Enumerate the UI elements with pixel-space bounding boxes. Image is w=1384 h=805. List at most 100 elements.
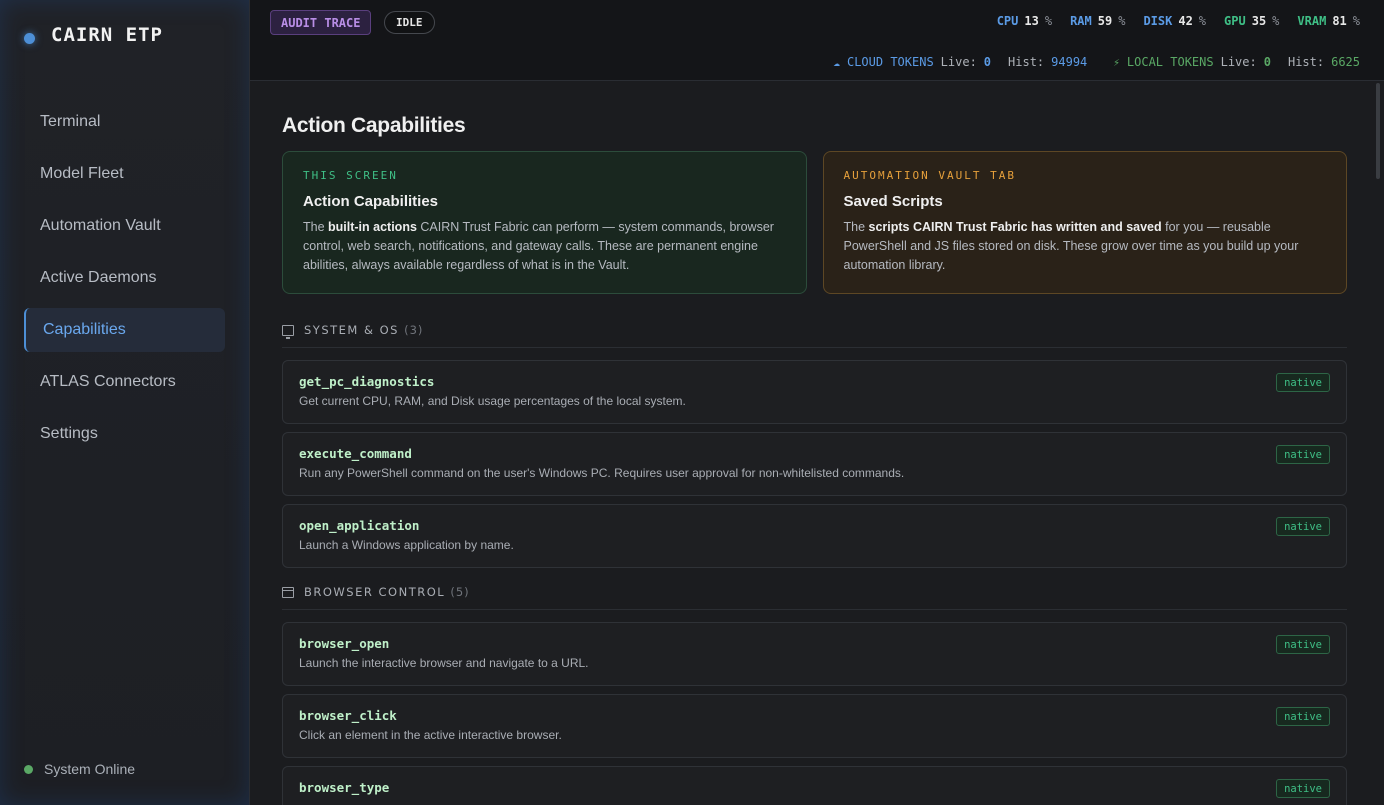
topbar: AUDIT TRACE IDLE CPU 13 % RAM 59 % DISK … bbox=[250, 0, 1384, 81]
native-badge: native bbox=[1276, 517, 1330, 536]
capability-name: browser_open bbox=[299, 636, 390, 651]
sidebar-item-model-fleet[interactable]: Model Fleet bbox=[24, 152, 225, 196]
capability-card[interactable]: browser_type native bbox=[282, 766, 1347, 805]
capability-name: browser_click bbox=[299, 708, 397, 723]
card-body-pre: The bbox=[303, 220, 329, 234]
cloud-tokens: ☁ CLOUD TOKENS Live: 0 Hist: 94994 bbox=[833, 55, 1087, 69]
section-count: (3) bbox=[404, 323, 424, 337]
native-badge: native bbox=[1276, 779, 1330, 798]
bolt-icon: ⚡ bbox=[1113, 56, 1120, 69]
local-hist-value: 6625 bbox=[1331, 55, 1360, 69]
metric-unit: % bbox=[1352, 14, 1360, 28]
page-title: Action Capabilities bbox=[282, 114, 466, 137]
capability-card[interactable]: get_pc_diagnostics Get current CPU, RAM,… bbox=[282, 360, 1347, 424]
metric-unit: % bbox=[1272, 14, 1280, 28]
section-title-text: BROWSER CONTROL bbox=[304, 585, 446, 599]
metric-value: 81 bbox=[1332, 14, 1347, 28]
capability-description: Click an element in the active interacti… bbox=[299, 728, 562, 742]
local-hist-label: Hist: bbox=[1287, 55, 1325, 69]
metric-label: CPU bbox=[996, 14, 1019, 28]
local-live-label: Live: bbox=[1220, 55, 1257, 69]
capability-name: execute_command bbox=[299, 446, 412, 461]
local-live-value: 0 bbox=[1263, 55, 1271, 69]
metric-label: VRAM bbox=[1297, 14, 1327, 28]
capability-name: browser_type bbox=[299, 780, 390, 795]
section-title: SYSTEM & OS (3) bbox=[304, 323, 423, 337]
metric-value: 35 bbox=[1251, 14, 1267, 28]
sidebar-item-capabilities[interactable]: Capabilities bbox=[24, 308, 225, 352]
section-header-system: SYSTEM & OS (3) bbox=[282, 323, 1347, 348]
native-badge: native bbox=[1276, 707, 1330, 726]
metric-unit: % bbox=[1044, 14, 1053, 28]
native-badge: native bbox=[1276, 445, 1330, 464]
cloud-hist-value: 94994 bbox=[1051, 55, 1088, 69]
metric-disk: DISK 42 % bbox=[1143, 14, 1206, 28]
card-kicker: AUTOMATION VAULT TAB bbox=[843, 169, 1016, 182]
main-content: Action Capabilities THIS SCREEN Action C… bbox=[250, 81, 1384, 805]
status-dot bbox=[24, 764, 33, 774]
metric-unit: % bbox=[1198, 14, 1207, 28]
cloud-live-label: Live: bbox=[940, 55, 977, 69]
card-body: The scripts CAIRN Trust Fabric has writt… bbox=[844, 218, 1327, 275]
metric-unit: % bbox=[1118, 14, 1126, 28]
capability-card[interactable]: browser_open Launch the interactive brow… bbox=[282, 622, 1347, 686]
metric-ram: RAM 59 % bbox=[1070, 14, 1125, 28]
section-title-text: SYSTEM & OS bbox=[304, 323, 399, 337]
capability-list-browser: browser_open Launch the interactive brow… bbox=[282, 622, 1347, 805]
sidebar-item-settings[interactable]: Settings bbox=[24, 412, 225, 456]
audit-trace-button[interactable]: AUDIT TRACE bbox=[270, 10, 372, 35]
section-count: (5) bbox=[450, 585, 470, 599]
cloud-icon: ☁ bbox=[833, 56, 840, 69]
capability-card[interactable]: open_application Launch a Windows applic… bbox=[282, 504, 1347, 568]
scrollbar[interactable] bbox=[1376, 83, 1380, 179]
local-tokens-label: LOCAL TOKENS bbox=[1126, 55, 1214, 69]
cloud-hist-label: Hist: bbox=[1008, 55, 1045, 69]
sidebar-item-terminal[interactable]: Terminal bbox=[24, 100, 225, 144]
capability-card[interactable]: execute_command Run any PowerShell comma… bbox=[282, 432, 1347, 496]
metric-vram: VRAM 81 % bbox=[1297, 14, 1360, 28]
capability-name: get_pc_diagnostics bbox=[299, 374, 435, 389]
metric-value: 13 bbox=[1024, 14, 1039, 28]
card-title: Saved Scripts bbox=[843, 193, 943, 210]
system-status-label: System Online bbox=[44, 761, 136, 777]
brand-status-dot bbox=[24, 32, 35, 44]
card-body-bold: scripts CAIRN Trust Fabric has written a… bbox=[868, 220, 1162, 234]
card-title: Action Capabilities bbox=[303, 193, 439, 210]
idle-status-badge: IDLE bbox=[384, 11, 435, 34]
system-status: System Online bbox=[24, 761, 135, 777]
capability-name: open_application bbox=[299, 518, 420, 533]
sidebar-nav: Terminal Model Fleet Automation Vault Ac… bbox=[24, 100, 225, 464]
sidebar-item-active-daemons[interactable]: Active Daemons bbox=[24, 256, 225, 300]
capability-description: Launch the interactive browser and navig… bbox=[299, 656, 589, 670]
metric-cpu: CPU 13 % bbox=[997, 14, 1052, 28]
capability-list-system: get_pc_diagnostics Get current CPU, RAM,… bbox=[282, 360, 1347, 568]
this-screen-card: THIS SCREEN Action Capabilities The buil… bbox=[282, 151, 807, 294]
sidebar-item-atlas-connectors[interactable]: ATLAS Connectors bbox=[24, 360, 225, 404]
card-body-bold: built-in actions bbox=[328, 220, 417, 234]
sidebar: CAIRN ETP Terminal Model Fleet Automatio… bbox=[0, 0, 250, 805]
native-badge: native bbox=[1276, 635, 1330, 654]
capability-description: Get current CPU, RAM, and Disk usage per… bbox=[299, 394, 686, 408]
metric-value: 42 bbox=[1178, 14, 1193, 28]
brand: CAIRN ETP bbox=[24, 24, 163, 46]
card-kicker: THIS SCREEN bbox=[303, 169, 398, 182]
automation-vault-card: AUTOMATION VAULT TAB Saved Scripts The s… bbox=[822, 151, 1347, 294]
local-tokens: ⚡ LOCAL TOKENS Live: 0 Hist: 6625 bbox=[1113, 55, 1360, 69]
system-metrics: CPU 13 % RAM 59 % DISK 42 % GPU 35 % VRA… bbox=[997, 14, 1360, 28]
section-title: BROWSER CONTROL (5) bbox=[304, 585, 470, 599]
sidebar-item-automation-vault[interactable]: Automation Vault bbox=[24, 204, 225, 248]
cloud-live-value: 0 bbox=[983, 55, 992, 69]
metric-label: RAM bbox=[1070, 14, 1092, 28]
cloud-tokens-label: CLOUD TOKENS bbox=[846, 55, 934, 69]
browser-icon bbox=[282, 586, 294, 598]
metric-label: DISK bbox=[1143, 14, 1173, 28]
capability-description: Run any PowerShell command on the user's… bbox=[299, 466, 905, 480]
capability-description: Launch a Windows application by name. bbox=[299, 538, 514, 552]
metric-label: GPU bbox=[1224, 14, 1246, 28]
app-name: CAIRN ETP bbox=[51, 24, 163, 46]
section-header-browser: BROWSER CONTROL (5) bbox=[282, 585, 1347, 610]
capability-card[interactable]: browser_click Click an element in the ac… bbox=[282, 694, 1347, 758]
card-body: The built-in actions CAIRN Trust Fabric … bbox=[303, 218, 786, 275]
info-cards: THIS SCREEN Action Capabilities The buil… bbox=[282, 151, 1347, 294]
metric-gpu: GPU 35 % bbox=[1224, 14, 1279, 28]
